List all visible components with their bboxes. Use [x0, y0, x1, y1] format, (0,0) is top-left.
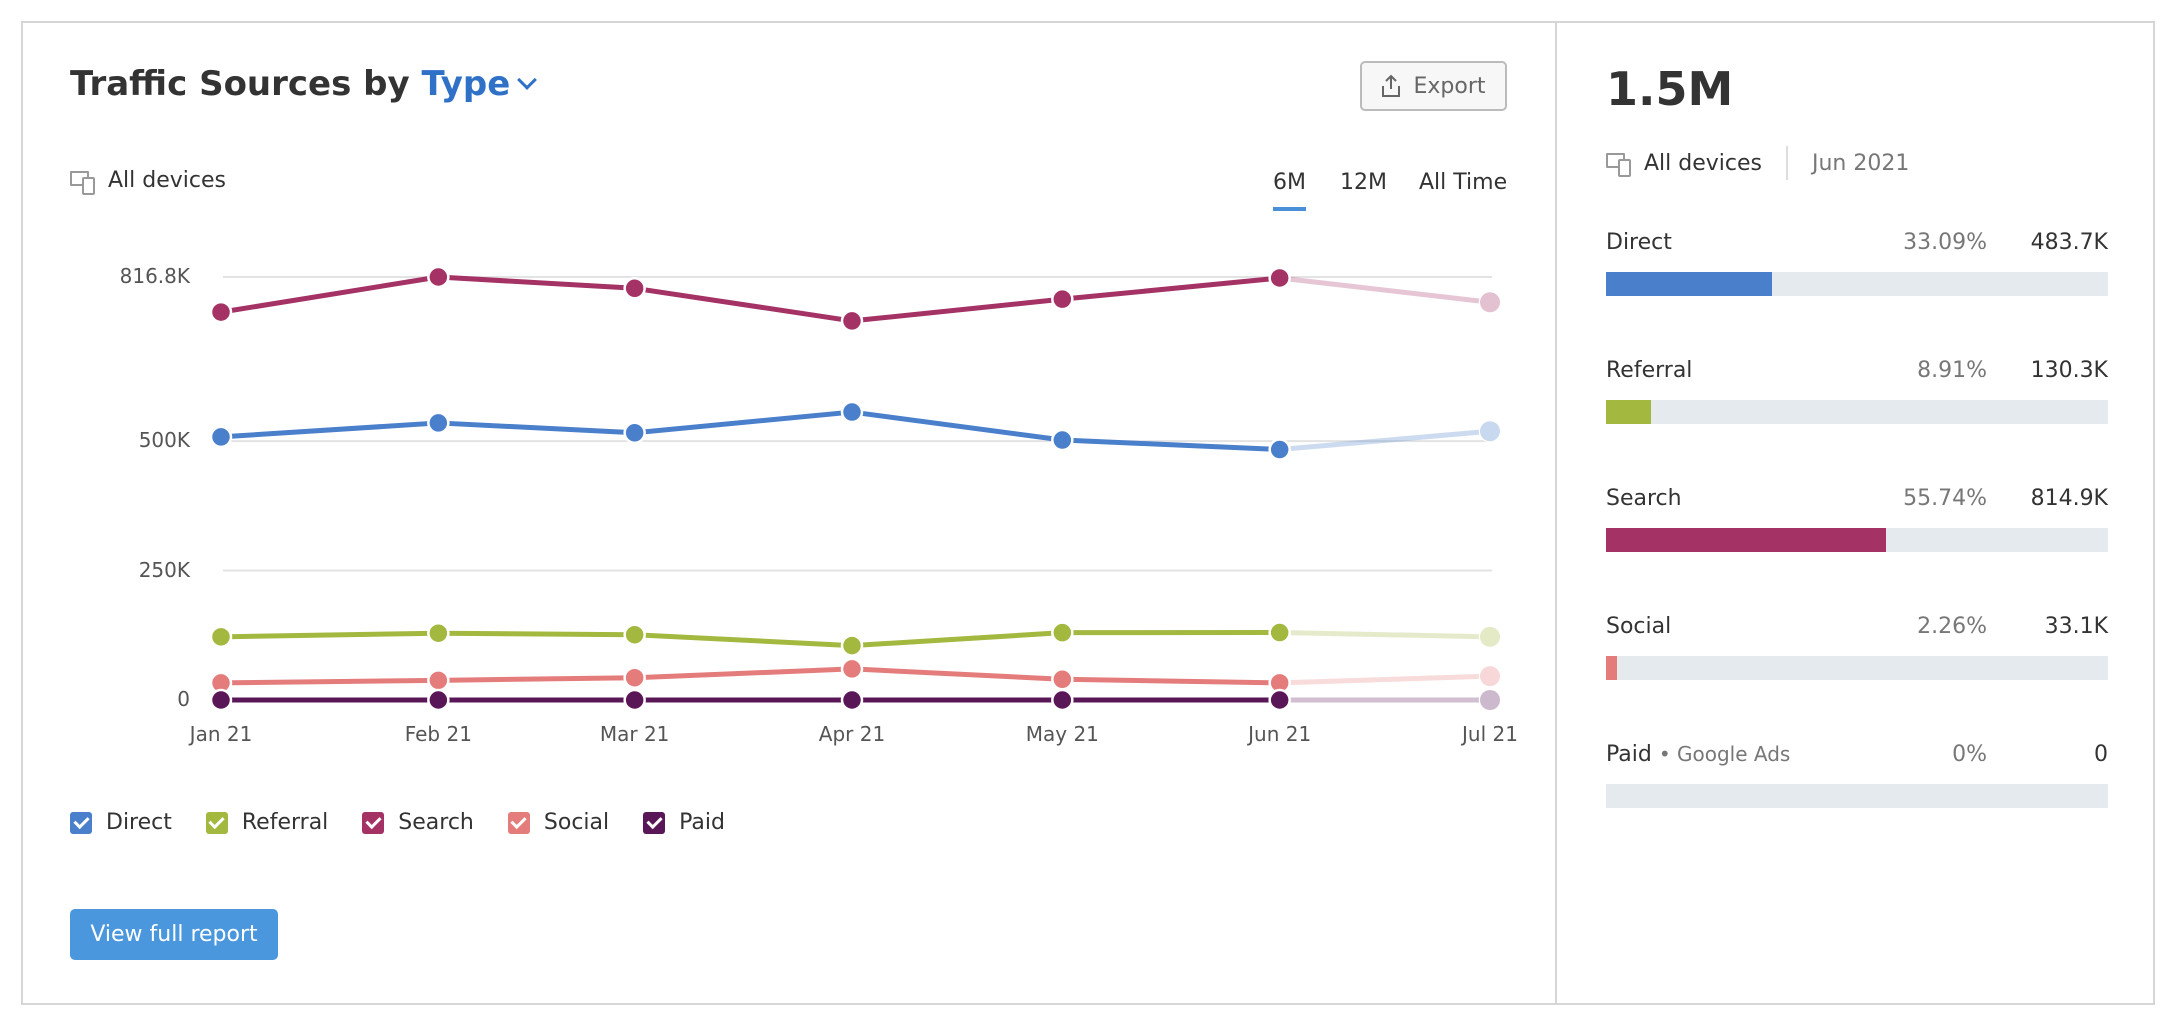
series-line-partial: [1279, 673, 1491, 686]
paid-dot: •: [1658, 742, 1677, 766]
summary-row-label: Social: [1606, 614, 1672, 639]
checkbox-checked-icon[interactable]: [507, 811, 530, 834]
summary-row-label: Referral: [1606, 358, 1693, 383]
summary-row-sublabel: Google Ads: [1677, 742, 1791, 766]
legend-item-social[interactable]: Social: [507, 810, 610, 835]
legend-item-search[interactable]: Search: [362, 810, 474, 835]
data-point[interactable]: [209, 425, 233, 449]
series-direct: [209, 400, 1502, 461]
summary-row-percent: 0%: [1952, 742, 1987, 767]
data-point[interactable]: [1051, 688, 1074, 712]
summary-row-percent: 8.91%: [1917, 358, 1987, 383]
share-bar: [1606, 784, 2108, 808]
summary-filter-row: All devices Jun 2021: [1606, 146, 1909, 180]
share-bar-fill: [1606, 272, 1773, 296]
data-point-partial: [1480, 626, 1500, 647]
series-line-partial: [1279, 275, 1491, 305]
series-line: [220, 630, 1280, 649]
data-point[interactable]: [623, 277, 646, 300]
share-bar: [1606, 400, 2108, 424]
data-point[interactable]: [209, 300, 233, 324]
data-point-partial: [1480, 292, 1500, 313]
total-traffic: 1.5M: [1606, 62, 1734, 116]
summary-row-label: Search: [1606, 486, 1682, 511]
data-point[interactable]: [1051, 621, 1074, 644]
data-point[interactable]: [1051, 287, 1074, 311]
data-point[interactable]: [840, 657, 864, 681]
summary-date: Jun 2021: [1812, 150, 1910, 176]
data-point[interactable]: [1051, 428, 1074, 452]
series-social: [209, 657, 1502, 695]
data-point[interactable]: [840, 400, 864, 424]
devices-icon: [1606, 151, 1632, 177]
series-paid: [209, 688, 1502, 712]
share-bar: [1606, 656, 2108, 680]
data-point[interactable]: [623, 666, 646, 689]
share-bar: [1606, 528, 2108, 552]
summary-row-label: Paid: [1606, 742, 1652, 767]
share-bar-fill: [1606, 528, 1886, 552]
data-point[interactable]: [427, 265, 450, 289]
checkbox-checked-icon[interactable]: [643, 811, 666, 834]
checkbox-checked-icon[interactable]: [205, 811, 228, 834]
checkbox-checked-icon[interactable]: [70, 811, 92, 834]
separator: [1786, 146, 1788, 180]
view-full-report-button[interactable]: View full report: [70, 909, 278, 960]
legend-label: Direct: [106, 810, 172, 835]
summary-row-label: Direct: [1606, 230, 1672, 255]
summary-row-percent: 2.26%: [1917, 614, 1987, 639]
legend-item-direct[interactable]: Direct: [70, 810, 172, 835]
legend-item-referral[interactable]: Referral: [205, 810, 329, 835]
data-point-partial: [1480, 421, 1500, 442]
data-point[interactable]: [1268, 688, 1291, 712]
share-bar: [1606, 272, 2108, 296]
series-line: [220, 666, 1280, 686]
summary-row-value: 130.3K: [2030, 358, 2108, 383]
series-line: [220, 274, 1280, 324]
summary-row-value: 483.7K: [2030, 230, 2108, 255]
data-point[interactable]: [840, 688, 864, 712]
data-point-partial: [1480, 690, 1500, 710]
data-point[interactable]: [427, 688, 450, 712]
summary-row-value: 814.9K: [2030, 486, 2108, 511]
legend-label: Referral: [241, 810, 329, 835]
chart-legend: Direct Referral Search Social Paid: [70, 810, 725, 835]
data-point[interactable]: [623, 623, 646, 646]
data-point[interactable]: [209, 625, 233, 649]
legend-label: Search: [398, 810, 474, 835]
summary-row-value: 33.1K: [2044, 614, 2108, 639]
share-bar-fill: [1606, 400, 1651, 424]
legend-label: Social: [543, 810, 610, 835]
legend-label: Paid: [679, 810, 725, 835]
summary-row-percent: 55.74%: [1903, 486, 1987, 511]
series-referral: [209, 621, 1502, 657]
series-line-partial: [1279, 630, 1491, 640]
summary-row-percent: 33.09%: [1903, 230, 1987, 255]
data-point[interactable]: [1268, 438, 1291, 461]
data-point[interactable]: [427, 411, 450, 435]
data-point[interactable]: [840, 309, 864, 333]
data-point[interactable]: [623, 688, 646, 712]
summary-row-value: 0: [2094, 742, 2108, 767]
data-point[interactable]: [427, 621, 450, 645]
data-point-partial: [1480, 666, 1500, 687]
checkbox-checked-icon[interactable]: [362, 811, 385, 834]
legend-item-paid[interactable]: Paid: [643, 810, 725, 835]
data-point[interactable]: [840, 634, 864, 657]
data-point[interactable]: [427, 669, 450, 692]
data-point[interactable]: [1268, 621, 1291, 644]
data-point[interactable]: [1268, 266, 1291, 290]
data-point[interactable]: [1051, 668, 1074, 691]
series-line: [220, 409, 1280, 453]
data-point[interactable]: [209, 688, 233, 712]
line-chart: [209, 265, 1502, 712]
data-point[interactable]: [623, 421, 646, 445]
summary-device-label: All devices: [1644, 150, 1762, 176]
share-bar-fill: [1606, 656, 1618, 680]
